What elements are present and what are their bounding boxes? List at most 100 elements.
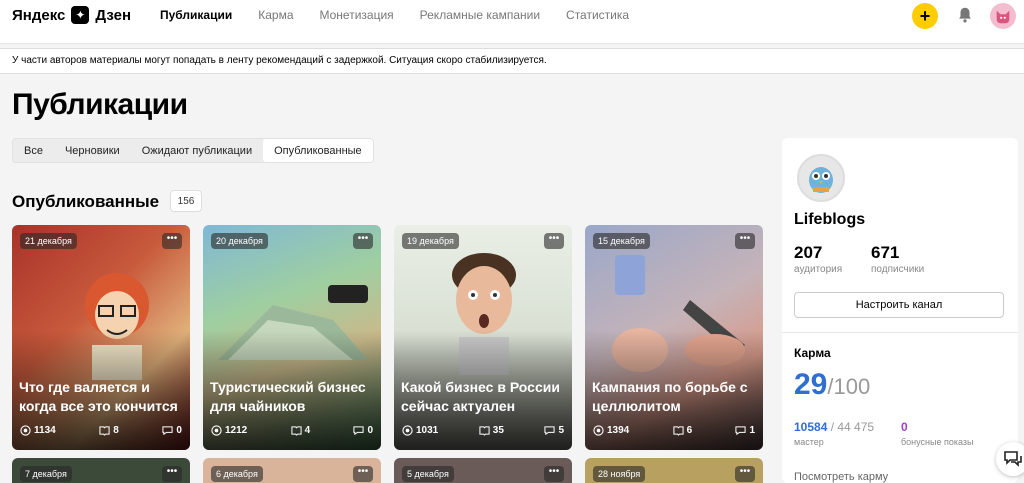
karma-value: 29 [794, 368, 828, 401]
karma-max: /100 [827, 374, 871, 399]
card-date: 6 декабря [211, 466, 263, 482]
more-options-button[interactable]: ••• [162, 466, 182, 482]
configure-channel-button[interactable]: Настроить канал [794, 292, 1004, 318]
publication-card[interactable]: 5 декабря ••• [394, 458, 572, 483]
card-date: 15 декабря [593, 233, 650, 249]
comment-icon [162, 426, 174, 436]
more-options-button[interactable]: ••• [544, 466, 564, 482]
views-icon [211, 425, 222, 436]
card-title[interactable]: Что где валяется и когда все это кончитс… [19, 378, 184, 416]
plus-icon: + [919, 5, 931, 26]
more-options-button[interactable]: ••• [544, 233, 564, 249]
publication-card[interactable]: 6 декабря ••• [203, 458, 381, 483]
publication-tabs: Все Черновики Ожидают публикации Опублик… [12, 138, 374, 163]
notice-banner: У части авторов материалы могут попадать… [0, 48, 1024, 74]
comment-icon [353, 426, 365, 436]
publication-card[interactable]: 19 декабря ••• Какой бизнес в России сей… [394, 225, 572, 450]
publication-card[interactable]: 7 декабря ••• [12, 458, 190, 483]
logo-text-dzen: Дзен [95, 6, 132, 24]
reads-count: 8 [113, 425, 119, 436]
card-title[interactable]: Какой бизнес в России сейчас актуален [401, 378, 566, 416]
nav-monetization[interactable]: Монетизация [320, 8, 394, 22]
karma-score: 29/100 [794, 368, 870, 402]
tab-pending[interactable]: Ожидают публикации [131, 139, 263, 162]
views-stat: 1212 [211, 425, 247, 436]
tab-drafts[interactable]: Черновики [54, 139, 131, 162]
more-options-button[interactable]: ••• [353, 466, 373, 482]
comment-icon [735, 426, 747, 436]
card-title[interactable]: Кампания по борьбе с целлюлитом [592, 378, 757, 416]
more-options-button[interactable]: ••• [735, 466, 755, 482]
reads-stat: 4 [290, 425, 311, 436]
channel-name[interactable]: Lifeblogs [794, 211, 865, 229]
master-value: 10584 [794, 420, 828, 434]
nav-ad-campaigns[interactable]: Рекламные кампании [420, 8, 540, 22]
views-count: 1212 [225, 425, 248, 436]
master-label: мастер [794, 437, 824, 447]
audience-stat: 207 аудитория [794, 243, 842, 275]
bell-icon[interactable] [956, 6, 974, 24]
logo[interactable]: Яндекс ✦ Дзен [12, 4, 131, 26]
views-icon [593, 425, 604, 436]
logo-text-yandex: Яндекс [12, 6, 66, 24]
card-date: 5 декабря [402, 466, 454, 482]
publication-card[interactable]: 20 декабря ••• Туристический бизнес для … [203, 225, 381, 450]
views-count: 1134 [34, 425, 56, 436]
card-stats: 1212 4 0 [211, 425, 373, 436]
chat-button[interactable] [996, 442, 1024, 476]
card-date: 28 ноября [593, 466, 646, 482]
count-badge: 156 [170, 190, 202, 212]
publication-card[interactable]: 15 декабря ••• Кампания по борьбе с целл… [585, 225, 763, 450]
reads-count: 4 [304, 425, 311, 436]
main-nav: Публикации Карма Монетизация Рекламные к… [160, 8, 629, 22]
card-title[interactable]: Туристический бизнес для чайников [210, 378, 375, 416]
comments-stat: 0 [162, 425, 182, 436]
views-icon [402, 425, 413, 436]
card-date: 19 декабря [402, 233, 459, 249]
book-icon [672, 426, 684, 436]
reads-count: 6 [686, 425, 693, 436]
book-icon [290, 426, 302, 436]
comments-stat: 5 [544, 425, 564, 436]
card-date: 21 декабря [20, 233, 77, 249]
comments-count: 1 [749, 425, 755, 436]
card-stats: 1031 35 5 [402, 425, 564, 436]
card-date: 20 декабря [211, 233, 268, 249]
more-options-button[interactable]: ••• [353, 233, 373, 249]
master-total: / 44 475 [827, 420, 875, 434]
card-date: 7 декабря [20, 466, 72, 482]
nav-statistics[interactable]: Статистика [566, 8, 629, 22]
views-icon [20, 425, 31, 436]
views-count: 1394 [607, 425, 630, 436]
more-options-button[interactable]: ••• [735, 233, 755, 249]
top-bar: Яндекс ✦ Дзен Публикации Карма Монетизац… [0, 0, 1024, 44]
views-stat: 1134 [20, 425, 56, 436]
tab-published[interactable]: Опубликованные [263, 139, 373, 162]
tab-all[interactable]: Все [13, 139, 54, 162]
bonus-stat: 0 бонусные показы [901, 420, 974, 447]
user-avatar[interactable] [990, 3, 1016, 29]
views-stat: 1394 [593, 425, 629, 436]
nav-publications[interactable]: Публикации [160, 8, 232, 22]
audience-label: аудитория [794, 264, 843, 275]
reads-count: 35 [492, 425, 504, 436]
comments-count: 5 [558, 425, 564, 436]
reads-stat: 8 [99, 425, 119, 436]
subscribers-stat: 671 подписчики [871, 243, 924, 275]
view-karma-link[interactable]: Посмотреть карму [794, 471, 888, 483]
reads-stat: 6 [672, 425, 693, 436]
views-stat: 1031 [402, 425, 438, 436]
publication-card[interactable]: 21 декабря ••• Что где валяется и когда … [12, 225, 190, 450]
nav-karma[interactable]: Карма [258, 8, 293, 22]
comments-stat: 0 [353, 425, 373, 436]
audience-value: 207 [794, 243, 823, 262]
cat-avatar-icon [996, 10, 1010, 24]
more-options-button[interactable]: ••• [162, 233, 182, 249]
page-title: Публикации [12, 88, 188, 121]
publication-card[interactable]: 28 ноября ••• [585, 458, 763, 483]
create-button[interactable]: + [912, 3, 938, 29]
divider [782, 332, 1018, 333]
bonus-label: бонусные показы [901, 437, 974, 447]
subscribers-label: подписчики [871, 264, 925, 275]
channel-avatar[interactable] [797, 154, 845, 202]
